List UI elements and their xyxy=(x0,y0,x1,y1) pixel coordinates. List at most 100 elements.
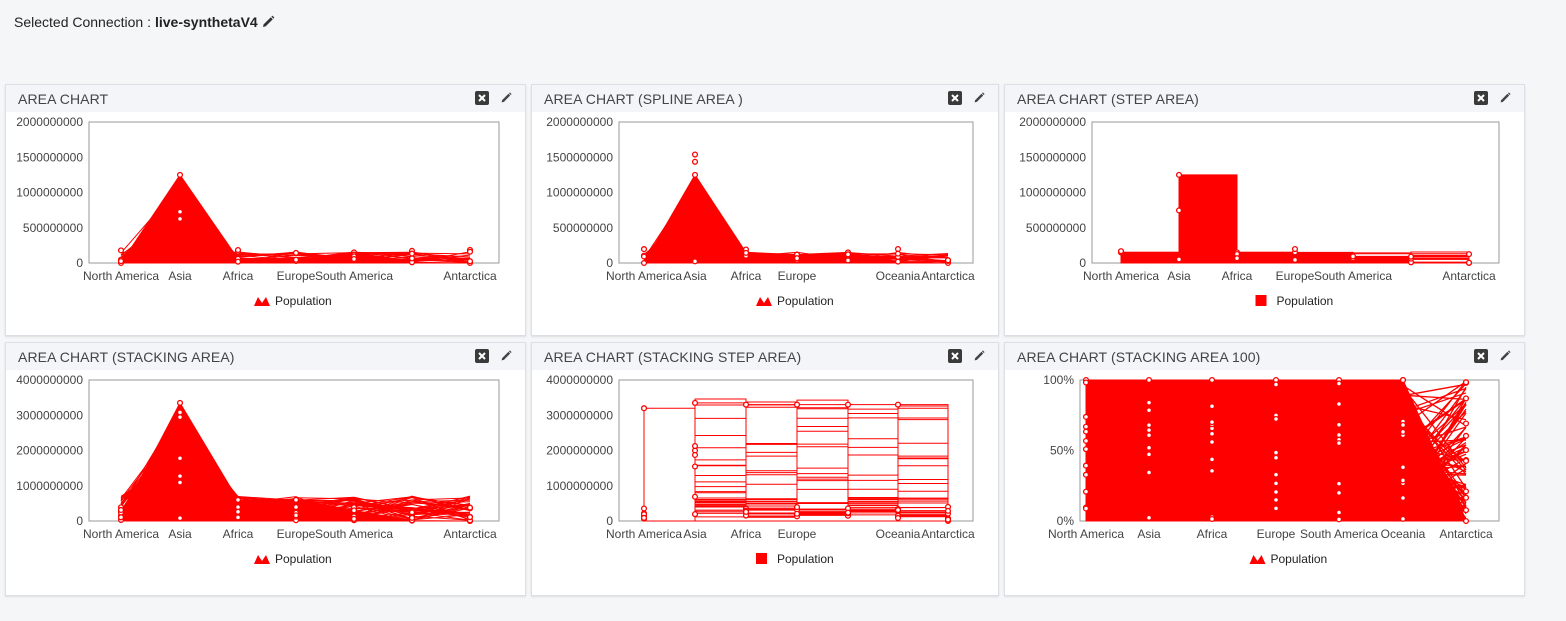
data-point[interactable] xyxy=(176,215,184,222)
data-point[interactable] xyxy=(1462,494,1470,501)
edit-icon[interactable] xyxy=(1498,91,1512,105)
data-point[interactable] xyxy=(176,473,184,480)
data-point[interactable] xyxy=(1272,381,1280,388)
data-point[interactable] xyxy=(1462,395,1470,402)
data-point[interactable] xyxy=(691,158,699,165)
data-point[interactable] xyxy=(234,246,242,254)
data-point[interactable] xyxy=(691,493,699,500)
data-point[interactable] xyxy=(844,251,852,258)
data-point[interactable] xyxy=(793,255,801,262)
data-point[interactable] xyxy=(793,401,801,408)
data-point[interactable] xyxy=(1462,379,1470,386)
data-point[interactable] xyxy=(640,405,648,412)
data-point[interactable] xyxy=(176,171,184,178)
edit-icon[interactable] xyxy=(499,91,513,105)
data-point[interactable] xyxy=(117,514,125,521)
data-point[interactable] xyxy=(1272,449,1280,456)
data-point[interactable] xyxy=(1462,447,1470,454)
data-point[interactable] xyxy=(1145,376,1153,384)
data-point[interactable] xyxy=(1082,462,1090,469)
data-point[interactable] xyxy=(1335,400,1343,408)
data-point[interactable] xyxy=(1349,253,1357,260)
legend[interactable]: Population xyxy=(1249,552,1328,566)
data-point[interactable] xyxy=(1145,422,1153,429)
data-point[interactable] xyxy=(1399,494,1407,502)
data-point[interactable] xyxy=(742,401,750,408)
legend[interactable]: Population xyxy=(756,552,834,566)
data-point[interactable] xyxy=(176,208,184,215)
data-point[interactable] xyxy=(844,257,852,264)
data-point[interactable] xyxy=(1335,489,1343,496)
data-point[interactable] xyxy=(176,515,184,522)
data-point[interactable] xyxy=(1399,464,1407,471)
data-point[interactable] xyxy=(640,253,648,260)
data-point[interactable] xyxy=(1145,514,1153,521)
data-point[interactable] xyxy=(894,506,902,514)
legend[interactable]: Population xyxy=(254,552,332,566)
data-point[interactable] xyxy=(793,510,801,517)
data-point[interactable] xyxy=(691,442,699,450)
data-point[interactable] xyxy=(466,514,474,521)
data-point[interactable] xyxy=(176,455,184,462)
data-point[interactable] xyxy=(1208,419,1216,426)
data-point[interactable] xyxy=(292,256,300,263)
data-point[interactable] xyxy=(1465,251,1473,258)
data-point[interactable] xyxy=(1335,421,1343,428)
data-point[interactable] xyxy=(691,151,699,158)
data-point[interactable] xyxy=(1145,451,1153,458)
data-point[interactable] xyxy=(1145,469,1153,476)
edit-icon[interactable] xyxy=(499,349,513,363)
data-point[interactable] xyxy=(1272,496,1280,503)
data-point[interactable] xyxy=(176,409,184,416)
close-icon[interactable] xyxy=(948,91,962,105)
data-point[interactable] xyxy=(640,246,648,253)
edit-icon[interactable] xyxy=(1498,349,1512,363)
data-point[interactable] xyxy=(1117,248,1125,255)
data-point[interactable] xyxy=(944,257,952,264)
data-point[interactable] xyxy=(1208,430,1216,437)
data-point[interactable] xyxy=(1291,256,1299,263)
data-point[interactable] xyxy=(1399,515,1407,522)
data-point[interactable] xyxy=(292,512,300,519)
data-point[interactable] xyxy=(691,171,699,178)
data-point[interactable] xyxy=(691,451,699,459)
data-point[interactable] xyxy=(640,514,648,521)
data-point[interactable] xyxy=(640,505,648,512)
data-point[interactable] xyxy=(1407,253,1415,260)
data-point[interactable] xyxy=(1208,403,1216,410)
data-point[interactable] xyxy=(844,509,852,516)
data-point[interactable] xyxy=(1208,438,1216,446)
data-point[interactable] xyxy=(350,507,358,514)
close-icon[interactable] xyxy=(1474,91,1488,105)
data-point[interactable] xyxy=(1335,432,1343,439)
data-point[interactable] xyxy=(1208,376,1216,384)
edit-icon[interactable] xyxy=(972,91,986,105)
legend[interactable]: Population xyxy=(1255,294,1334,308)
data-point[interactable] xyxy=(894,401,902,408)
data-point[interactable] xyxy=(1082,446,1090,453)
data-point[interactable] xyxy=(894,250,902,257)
data-point[interactable] xyxy=(1272,415,1280,423)
data-point[interactable] xyxy=(408,514,416,521)
data-point[interactable] xyxy=(1175,207,1183,214)
data-point[interactable] xyxy=(292,249,300,256)
data-point[interactable] xyxy=(1399,421,1407,429)
data-point[interactable] xyxy=(1208,456,1216,463)
data-point[interactable] xyxy=(691,258,699,265)
data-point[interactable] xyxy=(1082,428,1090,435)
data-point[interactable] xyxy=(1335,516,1343,523)
data-point[interactable] xyxy=(1082,471,1090,478)
data-point[interactable] xyxy=(234,258,242,265)
data-point[interactable] xyxy=(1272,488,1280,496)
data-point[interactable] xyxy=(1175,171,1183,178)
data-point[interactable] xyxy=(1082,437,1090,444)
close-icon[interactable] xyxy=(475,349,489,363)
data-point[interactable] xyxy=(844,401,852,408)
data-point[interactable] xyxy=(1145,399,1153,406)
data-point[interactable] xyxy=(1208,515,1216,523)
data-point[interactable] xyxy=(117,506,125,514)
data-point[interactable] xyxy=(292,503,300,511)
data-point[interactable] xyxy=(466,248,474,255)
data-point[interactable] xyxy=(1335,480,1343,487)
data-point[interactable] xyxy=(1462,507,1470,514)
